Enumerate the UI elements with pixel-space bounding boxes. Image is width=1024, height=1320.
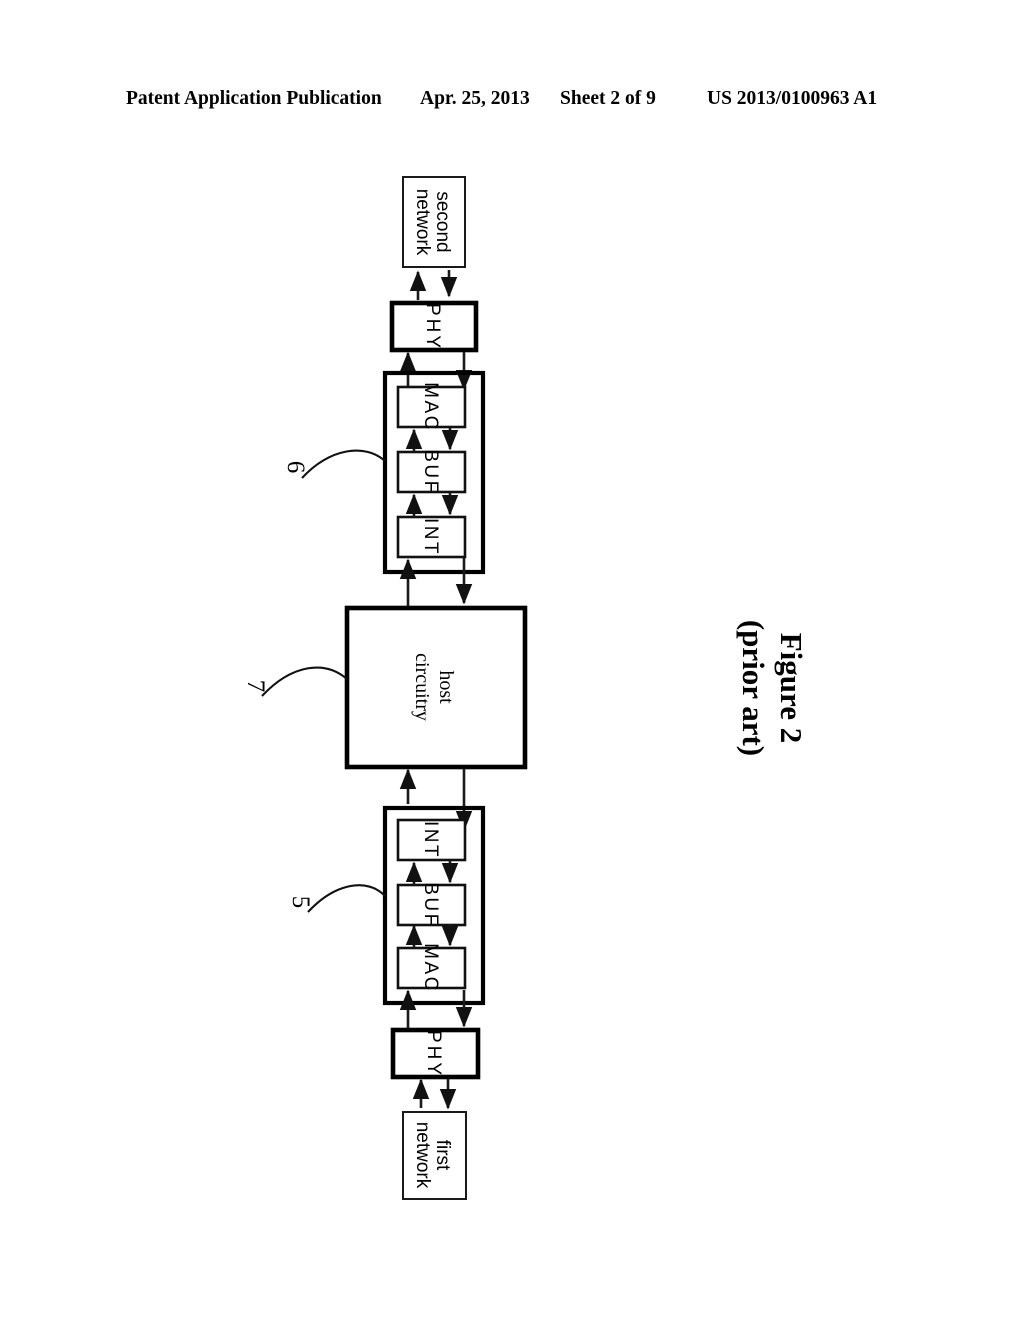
- leader-line-lower-group: [307, 884, 386, 913]
- block-mac-bottom-label: MAC: [420, 943, 441, 993]
- block-int-bottom-label: INT: [420, 821, 441, 859]
- reference-numeral-6: 6: [282, 461, 309, 474]
- figure-2-block-diagram: second network PHY MAC BUF INT host circ…: [242, 176, 528, 1200]
- reference-numeral-5: 5: [287, 896, 314, 909]
- block-second-network-label-line2: network: [412, 189, 433, 256]
- block-first-network-label-line2: network: [412, 1122, 433, 1189]
- patent-page: Patent Application Publication Apr. 25, …: [0, 0, 1024, 1320]
- leader-line-upper-group: [301, 449, 386, 479]
- block-phy-bottom-label: PHY: [423, 1030, 444, 1078]
- block-buf-top-label: BUF: [420, 449, 441, 495]
- leader-line-host: [261, 666, 348, 697]
- block-first-network-label-line1: first: [432, 1140, 453, 1171]
- reference-numeral-7: 7: [242, 680, 269, 693]
- block-phy-top-label: PHY: [422, 303, 443, 351]
- block-buf-bottom-label: BUF: [420, 882, 441, 928]
- block-mac-top-label: MAC: [420, 382, 441, 432]
- block-host-circuitry-label-line1: host: [435, 670, 457, 704]
- block-second-network-label-line1: second: [432, 191, 453, 252]
- block-int-top-label: INT: [420, 518, 441, 556]
- block-host-circuitry-label-line2: circuitry: [411, 653, 433, 721]
